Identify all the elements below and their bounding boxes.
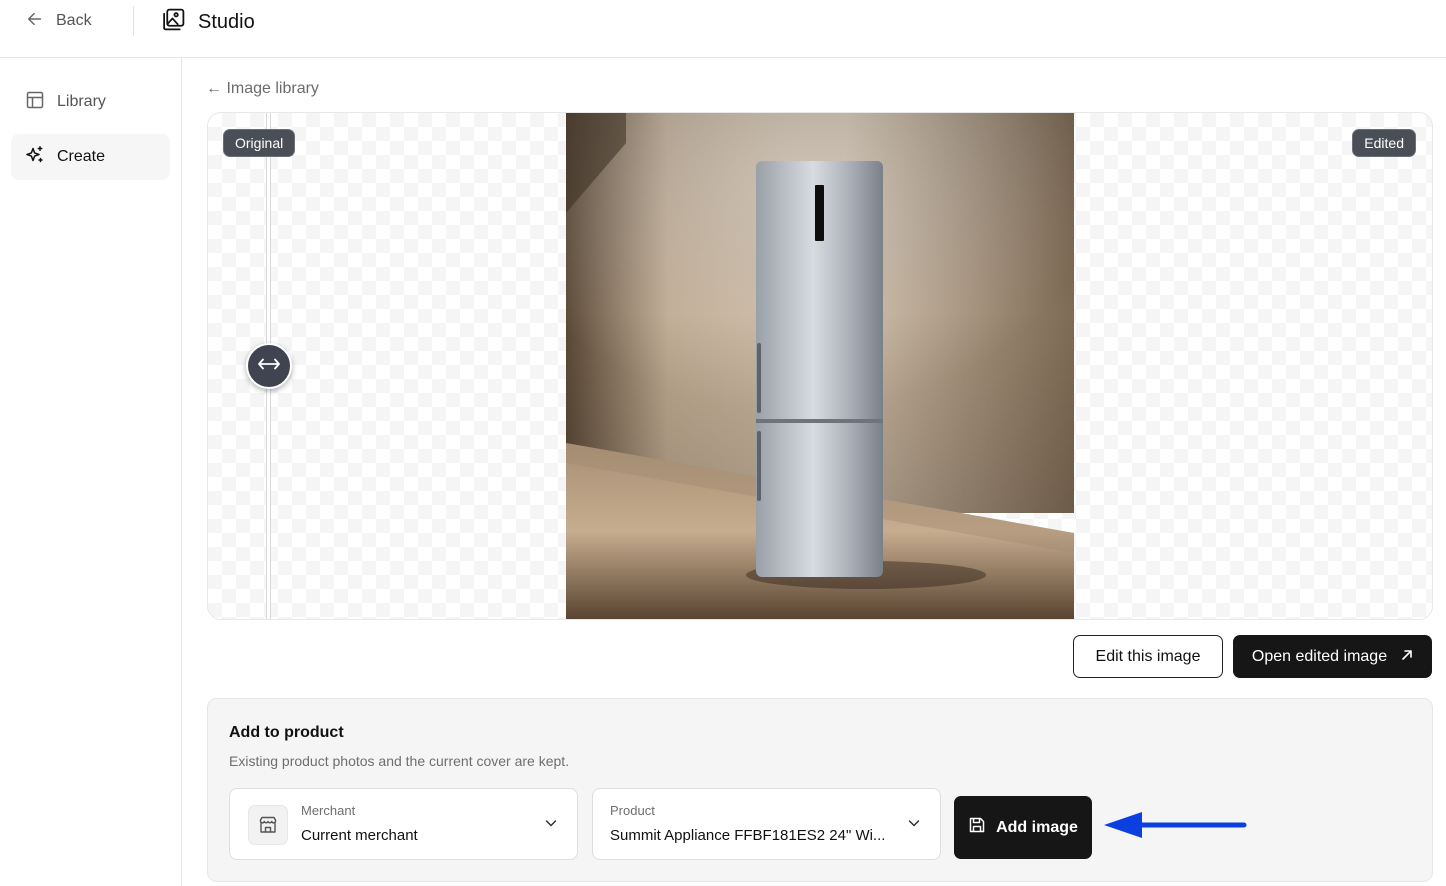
add-image-label: Add image <box>996 818 1078 836</box>
layout-icon <box>25 90 45 115</box>
external-arrow-icon <box>1401 648 1413 666</box>
chevron-down-icon <box>545 820 557 827</box>
product-label: Product <box>610 803 655 818</box>
merchant-select[interactable]: Merchant Current merchant <box>229 788 578 860</box>
store-icon <box>248 805 288 845</box>
add-to-product-panel: Add to product Existing product photos a… <box>207 698 1433 882</box>
back-label: Back <box>56 12 92 29</box>
open-edited-image-button[interactable]: Open edited image <box>1233 635 1432 678</box>
sidebar-item-label: Library <box>57 93 106 110</box>
merchant-label: Merchant <box>301 803 356 818</box>
top-bar: Back Studio <box>0 0 1446 58</box>
edited-product-image <box>566 113 1074 619</box>
image-gallery-icon <box>161 7 186 38</box>
product-select[interactable]: Product Summit Appliance FFBF181ES2 24" … <box>592 788 941 860</box>
back-button[interactable]: Back <box>26 10 92 32</box>
panel-title: Add to product <box>229 724 344 741</box>
save-icon <box>968 816 986 839</box>
annotation-arrow-icon <box>1104 812 1247 838</box>
sidebar-item-library[interactable]: Library <box>11 79 170 125</box>
image-compare-viewer[interactable]: Original Edited <box>207 112 1433 620</box>
edited-tag: Edited <box>1352 129 1416 157</box>
left-right-arrows-icon <box>256 356 282 377</box>
breadcrumb-image-library[interactable]: ← Image library <box>206 80 319 98</box>
open-edited-image-label: Open edited image <box>1251 647 1388 665</box>
sidebar-item-create[interactable]: Create <box>11 134 170 180</box>
panel-subtitle: Existing product photos and the current … <box>229 753 570 769</box>
top-divider <box>133 6 134 36</box>
add-image-button[interactable]: Add image <box>954 796 1092 859</box>
sidebar-item-label: Create <box>57 148 106 165</box>
edit-image-button[interactable]: Edit this image <box>1073 635 1223 678</box>
arrow-left-icon <box>26 10 44 33</box>
sparkle-icon <box>25 145 45 170</box>
app-title: Studio <box>198 11 255 33</box>
compare-slider-handle[interactable] <box>246 343 292 389</box>
chevron-down-icon <box>908 820 920 827</box>
original-tag: Original <box>223 129 296 157</box>
merchant-value: Current merchant <box>301 827 418 844</box>
product-value: Summit Appliance FFBF181ES2 24" Wi... <box>610 827 886 844</box>
app-brand: Studio <box>161 7 255 38</box>
sidebar: Library Create <box>0 58 182 886</box>
